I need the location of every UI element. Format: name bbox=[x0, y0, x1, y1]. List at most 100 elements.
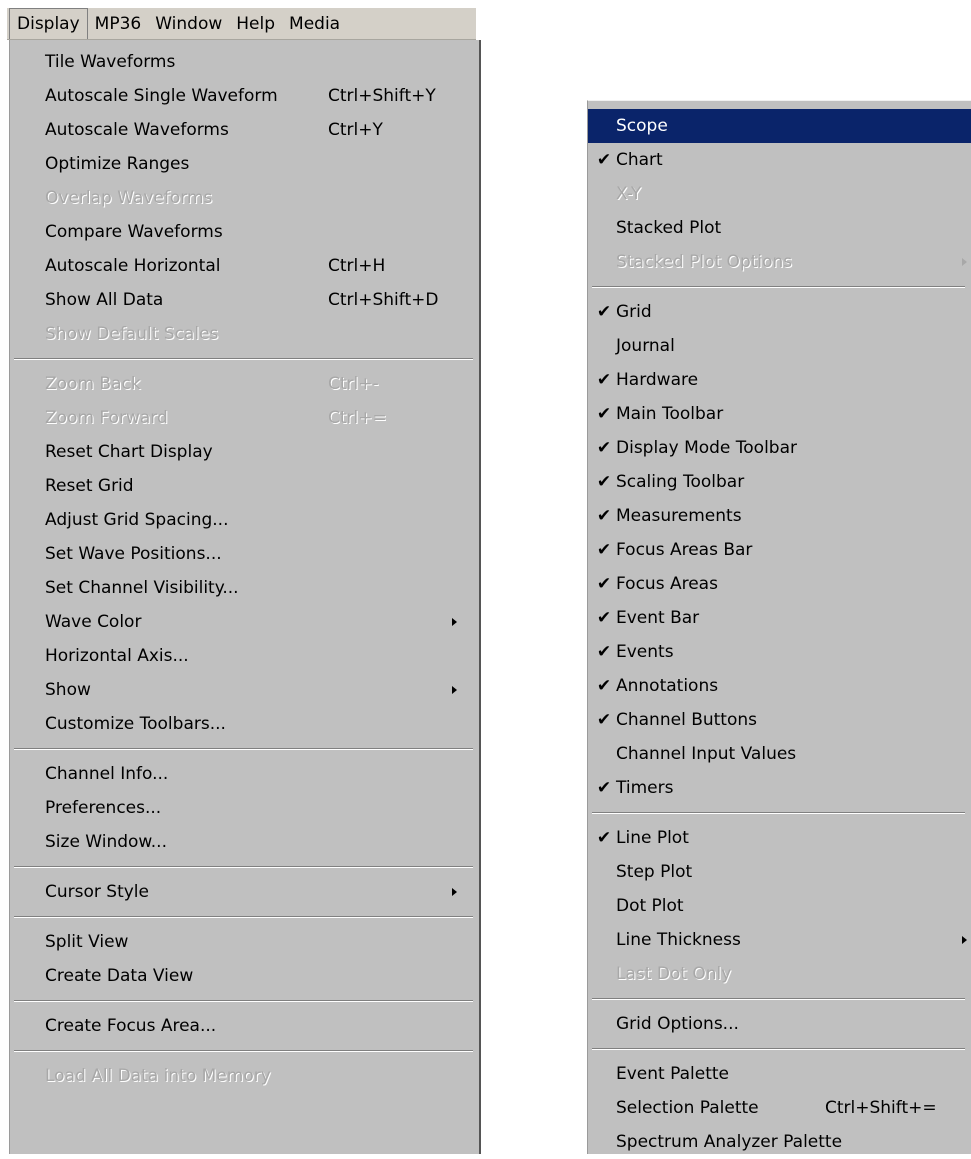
menu-item-channel-info[interactable]: Channel Info... bbox=[10, 757, 479, 791]
submenu-item-dot-plot[interactable]: Dot Plot bbox=[588, 889, 971, 923]
submenu-item-stacked-plot[interactable]: Stacked Plot bbox=[588, 211, 971, 245]
submenu-item-event-bar[interactable]: ✔ Event Bar bbox=[588, 601, 971, 635]
submenu-item-chart[interactable]: ✔ Chart bbox=[588, 143, 971, 177]
menu-item-create-data-view[interactable]: Create Data View bbox=[10, 959, 479, 993]
menu-item-label: Autoscale Horizontal bbox=[45, 256, 221, 276]
menu-item-zoom-back: Zoom Back Ctrl+- bbox=[10, 367, 479, 401]
submenu-item-annotations[interactable]: ✔ Annotations bbox=[588, 669, 971, 703]
menu-window[interactable]: Window bbox=[148, 9, 229, 39]
menu-help[interactable]: Help bbox=[229, 9, 282, 39]
submenu-item-timers[interactable]: ✔ Timers bbox=[588, 771, 971, 805]
menu-item-label: Channel Buttons bbox=[616, 710, 757, 730]
menu-item-set-wave-positions[interactable]: Set Wave Positions... bbox=[10, 537, 479, 571]
menu-display[interactable]: Display bbox=[9, 8, 88, 39]
menu-item-set-channel-visibility[interactable]: Set Channel Visibility... bbox=[10, 571, 479, 605]
menu-item-label: Event Bar bbox=[616, 608, 700, 628]
submenu-item-focus-areas-bar[interactable]: ✔ Focus Areas Bar bbox=[588, 533, 971, 567]
submenu-item-main-toolbar[interactable]: ✔ Main Toolbar bbox=[588, 397, 971, 431]
check-icon: ✔ bbox=[596, 828, 612, 848]
submenu-item-channel-buttons[interactable]: ✔ Channel Buttons bbox=[588, 703, 971, 737]
menu-item-label: Grid bbox=[616, 302, 652, 322]
menu-item-label: Timers bbox=[616, 778, 674, 798]
submenu-item-line-thickness[interactable]: Line Thickness bbox=[588, 923, 971, 957]
menu-item-label: Create Focus Area... bbox=[45, 1016, 217, 1036]
menu-item-overlap-waveforms: Overlap Waveforms bbox=[10, 181, 479, 215]
menu-item-load-all-data: Load All Data into Memory bbox=[10, 1059, 479, 1093]
menu-item-size-window[interactable]: Size Window... bbox=[10, 825, 479, 859]
check-icon: ✔ bbox=[596, 676, 612, 696]
submenu-item-grid[interactable]: ✔ Grid bbox=[588, 295, 971, 329]
submenu-item-stacked-plot-options: Stacked Plot Options bbox=[588, 245, 971, 279]
submenu-item-selection-palette[interactable]: Selection Palette Ctrl+Shift+= bbox=[588, 1091, 971, 1125]
check-icon: ✔ bbox=[596, 404, 612, 424]
submenu-item-channel-input-values[interactable]: Channel Input Values bbox=[588, 737, 971, 771]
menu-item-split-view[interactable]: Split View bbox=[10, 925, 479, 959]
menu-item-autoscale-waveforms[interactable]: Autoscale Waveforms Ctrl+Y bbox=[10, 113, 479, 147]
menu-item-label: Main Toolbar bbox=[616, 404, 724, 424]
menu-media[interactable]: Media bbox=[282, 9, 347, 39]
menu-item-show-all-data[interactable]: Show All Data Ctrl+Shift+D bbox=[10, 283, 479, 317]
menu-item-adjust-grid-spacing[interactable]: Adjust Grid Spacing... bbox=[10, 503, 479, 537]
menu-separator bbox=[588, 991, 971, 1007]
menu-item-label: Optimize Ranges bbox=[45, 154, 190, 174]
menu-item-label: X-Y bbox=[616, 184, 642, 204]
menu-separator bbox=[10, 351, 479, 367]
submenu-item-focus-areas[interactable]: ✔ Focus Areas bbox=[588, 567, 971, 601]
menu-item-customize-toolbars[interactable]: Customize Toolbars... bbox=[10, 707, 479, 741]
menu-item-label: Chart bbox=[616, 150, 663, 170]
menu-item-preferences[interactable]: Preferences... bbox=[10, 791, 479, 825]
menu-item-create-focus-area[interactable]: Create Focus Area... bbox=[10, 1009, 479, 1043]
menu-item-label: Event Palette bbox=[616, 1064, 729, 1084]
menu-item-label: Cursor Style bbox=[45, 882, 149, 902]
menu-item-label: Focus Areas Bar bbox=[616, 540, 753, 560]
menu-item-label: Grid Options... bbox=[616, 1014, 739, 1034]
menu-item-label: Customize Toolbars... bbox=[45, 714, 226, 734]
menu-item-label: Load All Data into Memory bbox=[45, 1066, 271, 1086]
menu-item-label: Horizontal Axis... bbox=[45, 646, 189, 666]
submenu-item-step-plot[interactable]: Step Plot bbox=[588, 855, 971, 889]
menu-mp36[interactable]: MP36 bbox=[88, 9, 149, 39]
submenu-item-scaling-toolbar[interactable]: ✔ Scaling Toolbar bbox=[588, 465, 971, 499]
submenu-item-grid-options[interactable]: Grid Options... bbox=[588, 1007, 971, 1041]
check-icon: ✔ bbox=[596, 608, 612, 628]
menu-item-autoscale-single-waveform[interactable]: Autoscale Single Waveform Ctrl+Shift+Y bbox=[10, 79, 479, 113]
menu-item-autoscale-horizontal[interactable]: Autoscale Horizontal Ctrl+H bbox=[10, 249, 479, 283]
menu-item-label: Overlap Waveforms bbox=[45, 188, 213, 208]
menu-item-label: Show Default Scales bbox=[45, 324, 219, 344]
submenu-item-event-palette[interactable]: Event Palette bbox=[588, 1057, 971, 1091]
menu-item-show[interactable]: Show bbox=[10, 673, 479, 707]
submenu-arrow-icon bbox=[452, 618, 457, 626]
menu-separator bbox=[10, 1043, 479, 1059]
menu-item-cursor-style[interactable]: Cursor Style bbox=[10, 875, 479, 909]
submenu-arrow-icon bbox=[452, 686, 457, 694]
check-icon: ✔ bbox=[596, 150, 612, 170]
menu-item-shortcut: Ctrl+Shift+= bbox=[825, 1098, 937, 1118]
submenu-item-line-plot[interactable]: ✔ Line Plot bbox=[588, 821, 971, 855]
menu-item-optimize-ranges[interactable]: Optimize Ranges bbox=[10, 147, 479, 181]
menu-item-horizontal-axis[interactable]: Horizontal Axis... bbox=[10, 639, 479, 673]
menu-item-reset-chart-display[interactable]: Reset Chart Display bbox=[10, 435, 479, 469]
menu-item-label: Measurements bbox=[616, 506, 742, 526]
menu-item-show-default-scales: Show Default Scales bbox=[10, 317, 479, 351]
menu-item-label: Adjust Grid Spacing... bbox=[45, 510, 229, 530]
menu-item-shortcut: Ctrl+H bbox=[328, 256, 386, 276]
menu-separator bbox=[588, 1041, 971, 1057]
menu-item-wave-color[interactable]: Wave Color bbox=[10, 605, 479, 639]
check-icon: ✔ bbox=[596, 540, 612, 560]
menu-item-label: Scaling Toolbar bbox=[616, 472, 745, 492]
submenu-item-journal[interactable]: Journal bbox=[588, 329, 971, 363]
check-icon: ✔ bbox=[596, 302, 612, 322]
show-submenu: Scope ✔ Chart X-Y Stacked Plot Stacked Pl… bbox=[587, 100, 971, 1154]
menu-item-compare-waveforms[interactable]: Compare Waveforms bbox=[10, 215, 479, 249]
submenu-item-events[interactable]: ✔ Events bbox=[588, 635, 971, 669]
menu-item-tile-waveforms[interactable]: Tile Waveforms bbox=[10, 45, 479, 79]
menu-item-label: Step Plot bbox=[616, 862, 693, 882]
submenu-item-scope[interactable]: Scope bbox=[588, 109, 971, 143]
submenu-item-hardware[interactable]: ✔ Hardware bbox=[588, 363, 971, 397]
check-icon: ✔ bbox=[596, 574, 612, 594]
menu-item-label: Size Window... bbox=[45, 832, 167, 852]
menu-item-reset-grid[interactable]: Reset Grid bbox=[10, 469, 479, 503]
submenu-item-display-mode-toolbar[interactable]: ✔ Display Mode Toolbar bbox=[588, 431, 971, 465]
submenu-item-measurements[interactable]: ✔ Measurements bbox=[588, 499, 971, 533]
menu-item-label: Show bbox=[45, 680, 91, 700]
